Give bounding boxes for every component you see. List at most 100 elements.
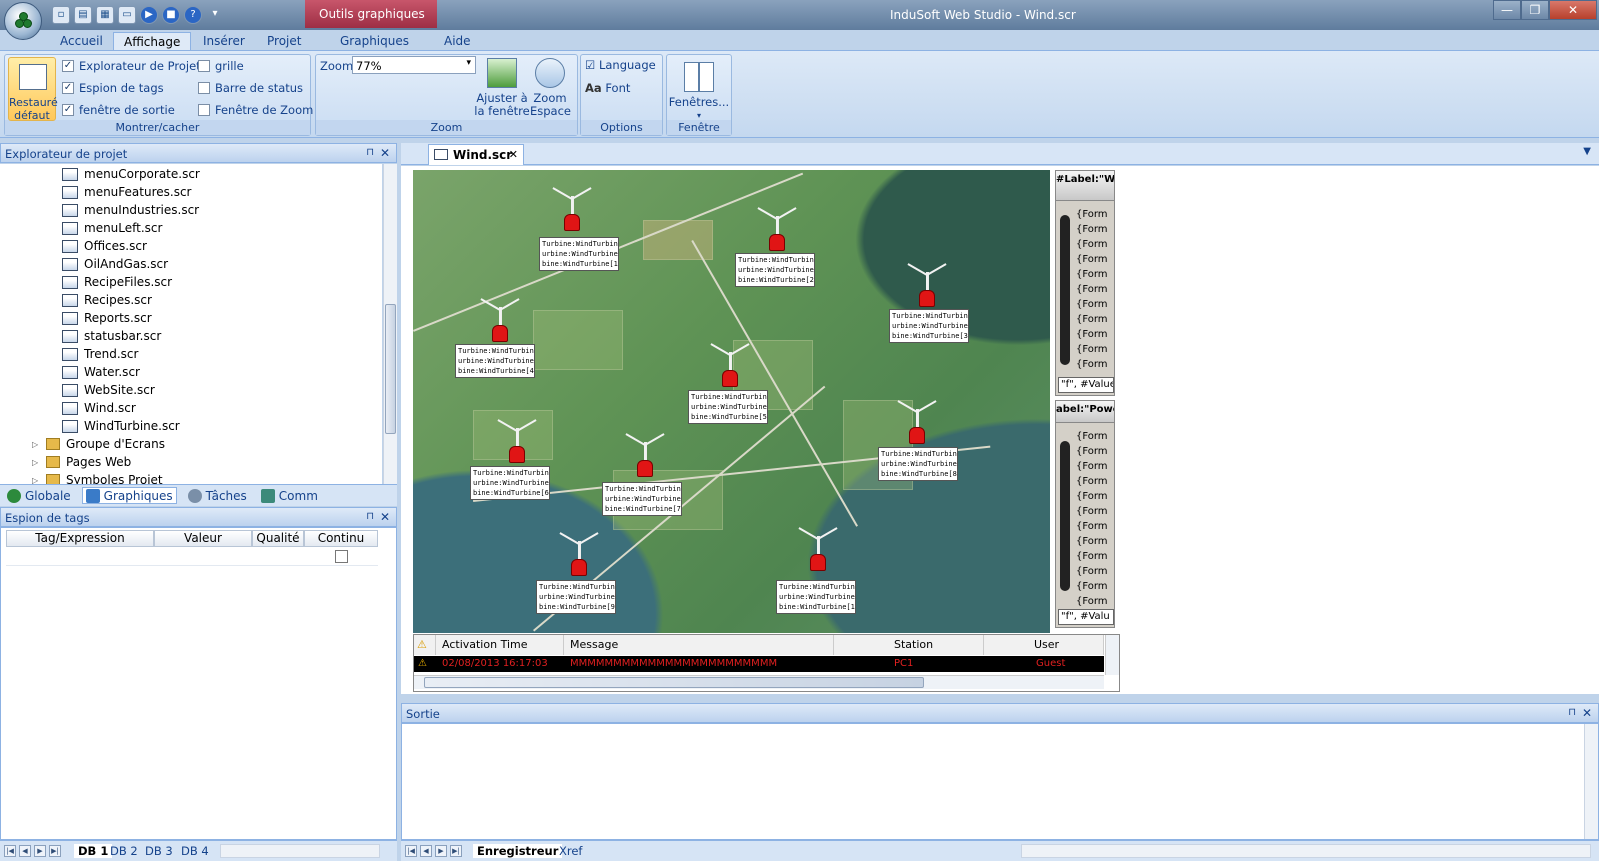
close-icon[interactable]: ✕ bbox=[380, 146, 390, 160]
wind-speed-panel[interactable]: #Label:"Wi Speed"} {Form{Form{Form{Form{… bbox=[1055, 170, 1115, 396]
pin-icon[interactable]: ⊓ bbox=[366, 147, 374, 158]
check-explorateur-projet[interactable]: ✓ Explorateur de Projet bbox=[62, 59, 201, 73]
output-pane[interactable] bbox=[401, 723, 1599, 840]
wind-turbine[interactable] bbox=[796, 526, 842, 578]
tab-xref[interactable]: Xref bbox=[559, 844, 582, 858]
tree-item[interactable]: OilAndGas.scr bbox=[62, 257, 168, 271]
expand-icon[interactable]: ▷ bbox=[32, 440, 40, 449]
scrollbar-thumb[interactable] bbox=[385, 304, 396, 434]
zoom-space-button[interactable]: Zoom Espace bbox=[530, 58, 571, 118]
horizontal-scrollbar[interactable] bbox=[1021, 844, 1591, 858]
next-icon[interactable]: ▶ bbox=[34, 845, 46, 857]
tree-item[interactable]: menuLeft.scr bbox=[62, 221, 162, 235]
wind-turbine[interactable] bbox=[895, 399, 941, 451]
windows-button[interactable]: Fenêtres... ▾ bbox=[668, 62, 730, 122]
wind-turbine[interactable] bbox=[495, 418, 541, 470]
horizontal-scrollbar[interactable] bbox=[220, 844, 380, 858]
column-header[interactable]: Valeur bbox=[154, 530, 252, 547]
tree-item[interactable]: WebSite.scr bbox=[62, 383, 155, 397]
tab-affichage[interactable]: Affichage bbox=[113, 32, 192, 51]
tree-item[interactable]: Water.scr bbox=[62, 365, 140, 379]
tab-globale[interactable]: Globale bbox=[4, 487, 74, 504]
tab-db1[interactable]: DB 1 bbox=[74, 844, 113, 858]
expand-icon[interactable]: ▷ bbox=[32, 476, 40, 485]
application-menu-button[interactable] bbox=[4, 2, 42, 40]
restore-default-button[interactable]: Restauré défaut bbox=[8, 57, 58, 122]
tree-item[interactable]: Wind.scr bbox=[62, 401, 136, 415]
tree-folder[interactable]: ▷ Pages Web bbox=[32, 455, 131, 469]
column-header[interactable]: Activation Time bbox=[436, 635, 564, 655]
column-header[interactable]: Station bbox=[834, 635, 984, 655]
tree-item[interactable]: menuCorporate.scr bbox=[62, 167, 200, 181]
column-header[interactable]: User bbox=[984, 635, 1104, 655]
wind-turbine[interactable] bbox=[708, 342, 754, 394]
last-icon[interactable]: ▶| bbox=[450, 845, 462, 857]
tab-comm[interactable]: Comm bbox=[258, 487, 321, 504]
column-header[interactable]: Tag/Expression bbox=[6, 530, 154, 547]
tab-graphiques[interactable]: Graphiques bbox=[330, 32, 419, 51]
next-icon[interactable]: ▶ bbox=[435, 845, 447, 857]
tree-item[interactable]: WindTurbine.scr bbox=[62, 419, 180, 433]
tree-item[interactable]: Trend.scr bbox=[62, 347, 138, 361]
customize-qat-icon[interactable]: ▾ bbox=[206, 6, 224, 24]
tab-taches[interactable]: Tâches bbox=[185, 487, 250, 504]
table-row[interactable] bbox=[6, 548, 378, 566]
tree-folder[interactable]: ▷ Symboles Projet bbox=[32, 473, 163, 484]
help-icon[interactable]: ? bbox=[184, 6, 202, 24]
wind-turbine[interactable] bbox=[755, 206, 801, 258]
tab-enregistreur[interactable]: Enregistreur bbox=[473, 844, 563, 858]
scrollbar-thumb[interactable] bbox=[424, 677, 924, 688]
close-window-button[interactable]: ✕ bbox=[1549, 0, 1597, 20]
language-button[interactable]: ☑ Language bbox=[585, 58, 656, 72]
last-icon[interactable]: ▶| bbox=[49, 845, 61, 857]
check-espion-tags[interactable]: ✓ Espion de tags bbox=[62, 81, 164, 95]
wind-turbine[interactable] bbox=[557, 531, 603, 583]
tree-item[interactable]: menuFeatures.scr bbox=[62, 185, 191, 199]
expand-icon[interactable]: ▷ bbox=[32, 458, 40, 467]
run-icon[interactable]: ▶ bbox=[140, 6, 158, 24]
explorer-scrollbar[interactable] bbox=[383, 164, 397, 484]
prev-icon[interactable]: ◀ bbox=[420, 845, 432, 857]
wind-turbine[interactable] bbox=[478, 297, 524, 349]
open-folder-icon[interactable]: ▤ bbox=[74, 6, 92, 24]
alarm-table[interactable]: ⚠ Activation Time Message Station User ⚠… bbox=[413, 634, 1120, 692]
tree-item[interactable]: RecipeFiles.scr bbox=[62, 275, 172, 289]
minimize-button[interactable]: — bbox=[1493, 0, 1521, 20]
check-fenetre-sortie[interactable]: ✓ fenêtre de sortie bbox=[62, 103, 175, 117]
stop-icon[interactable]: ■ bbox=[162, 6, 180, 24]
column-header[interactable]: Message bbox=[564, 635, 834, 655]
column-header[interactable]: Qualité bbox=[252, 530, 304, 547]
copy-screens-icon[interactable]: ▦ bbox=[96, 6, 114, 24]
tree-item[interactable]: Recipes.scr bbox=[62, 293, 152, 307]
prev-icon[interactable]: ◀ bbox=[19, 845, 31, 857]
wind-turbine[interactable] bbox=[623, 432, 669, 484]
continu-checkbox[interactable] bbox=[335, 550, 348, 563]
pin-icon[interactable]: ⊓ bbox=[1568, 707, 1576, 718]
font-button[interactable]: Aa Font bbox=[585, 81, 630, 95]
check-barre-status[interactable]: Barre de status bbox=[198, 81, 303, 95]
wind-turbine[interactable] bbox=[550, 186, 596, 238]
tab-accueil[interactable]: Accueil bbox=[50, 32, 113, 51]
chevron-down-icon[interactable]: ▼ bbox=[1583, 146, 1591, 157]
maximize-button[interactable]: ❐ bbox=[1521, 0, 1549, 20]
tab-aide[interactable]: Aide bbox=[434, 32, 481, 51]
alarm-vscrollbar[interactable] bbox=[1105, 635, 1119, 675]
alarm-hscrollbar[interactable] bbox=[414, 675, 1104, 689]
tree-folder[interactable]: ▷ Groupe d'Ecrans bbox=[32, 437, 165, 451]
output-scrollbar[interactable] bbox=[1584, 724, 1598, 839]
fit-window-button[interactable]: Ajuster à la fenêtre bbox=[474, 58, 530, 118]
folder-icon[interactable]: ▭ bbox=[118, 6, 136, 24]
power-panel[interactable]: abel:"Powe {Form {Form {Form {Form {Form {For… bbox=[1055, 400, 1115, 628]
check-fenetre-zoom[interactable]: Fenêtre de Zoom bbox=[198, 103, 313, 117]
tab-inserer[interactable]: Insérer bbox=[193, 32, 255, 51]
close-icon[interactable]: ✕ bbox=[509, 148, 518, 161]
alarm-row[interactable]: ⚠ 02/08/2013 16:17:03 MMMMMMMMMMMMMMMMMM… bbox=[414, 656, 1104, 672]
tree-item[interactable]: Offices.scr bbox=[62, 239, 147, 253]
check-grille[interactable]: grille bbox=[198, 59, 244, 73]
tab-projet[interactable]: Projet bbox=[257, 32, 311, 51]
tree-item[interactable]: statusbar.scr bbox=[62, 329, 161, 343]
close-icon[interactable]: ✕ bbox=[380, 510, 390, 524]
column-header[interactable]: Continu bbox=[304, 530, 378, 547]
pin-icon[interactable]: ⊓ bbox=[366, 511, 374, 522]
tree-item[interactable]: menuIndustries.scr bbox=[62, 203, 199, 217]
